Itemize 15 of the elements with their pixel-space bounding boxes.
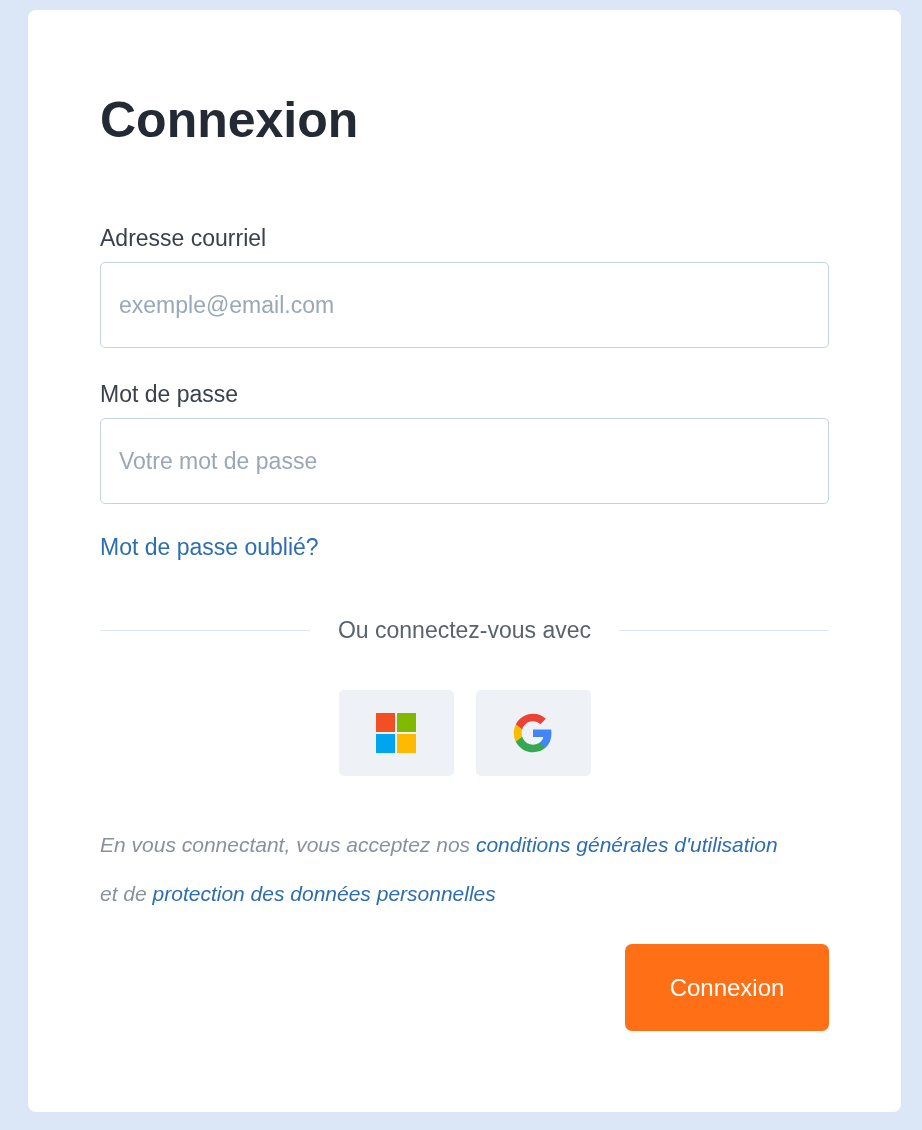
terms-text: En vous connectant, vous acceptez nos conditions générales d'utilisation et de protection des données personnelles — [100, 832, 779, 907]
terms-link[interactable]: conditions générales d'utilisation — [475, 833, 778, 856]
input-field[interactable]: Votre mot de passe — [100, 418, 829, 504]
divider-text: Ou connectez-vous avec — [337, 617, 592, 644]
g-logo-icon — [512, 712, 554, 754]
windows-logo-icon — [376, 713, 416, 753]
page-title: Connexion — [100, 92, 360, 148]
field-label: Mot de passe — [100, 380, 239, 408]
social-login-button[interactable] — [475, 690, 591, 776]
forgot-password-link[interactable]: Mot de passe oublié? — [100, 534, 319, 561]
social-login-button[interactable] — [338, 690, 454, 776]
field-label: Adresse courriel — [100, 224, 267, 252]
input-field[interactable]: exemple@email.com — [100, 262, 829, 348]
login-button[interactable]: Connexion — [625, 944, 829, 1031]
terms-link[interactable]: protection des données personnelles — [152, 882, 496, 905]
